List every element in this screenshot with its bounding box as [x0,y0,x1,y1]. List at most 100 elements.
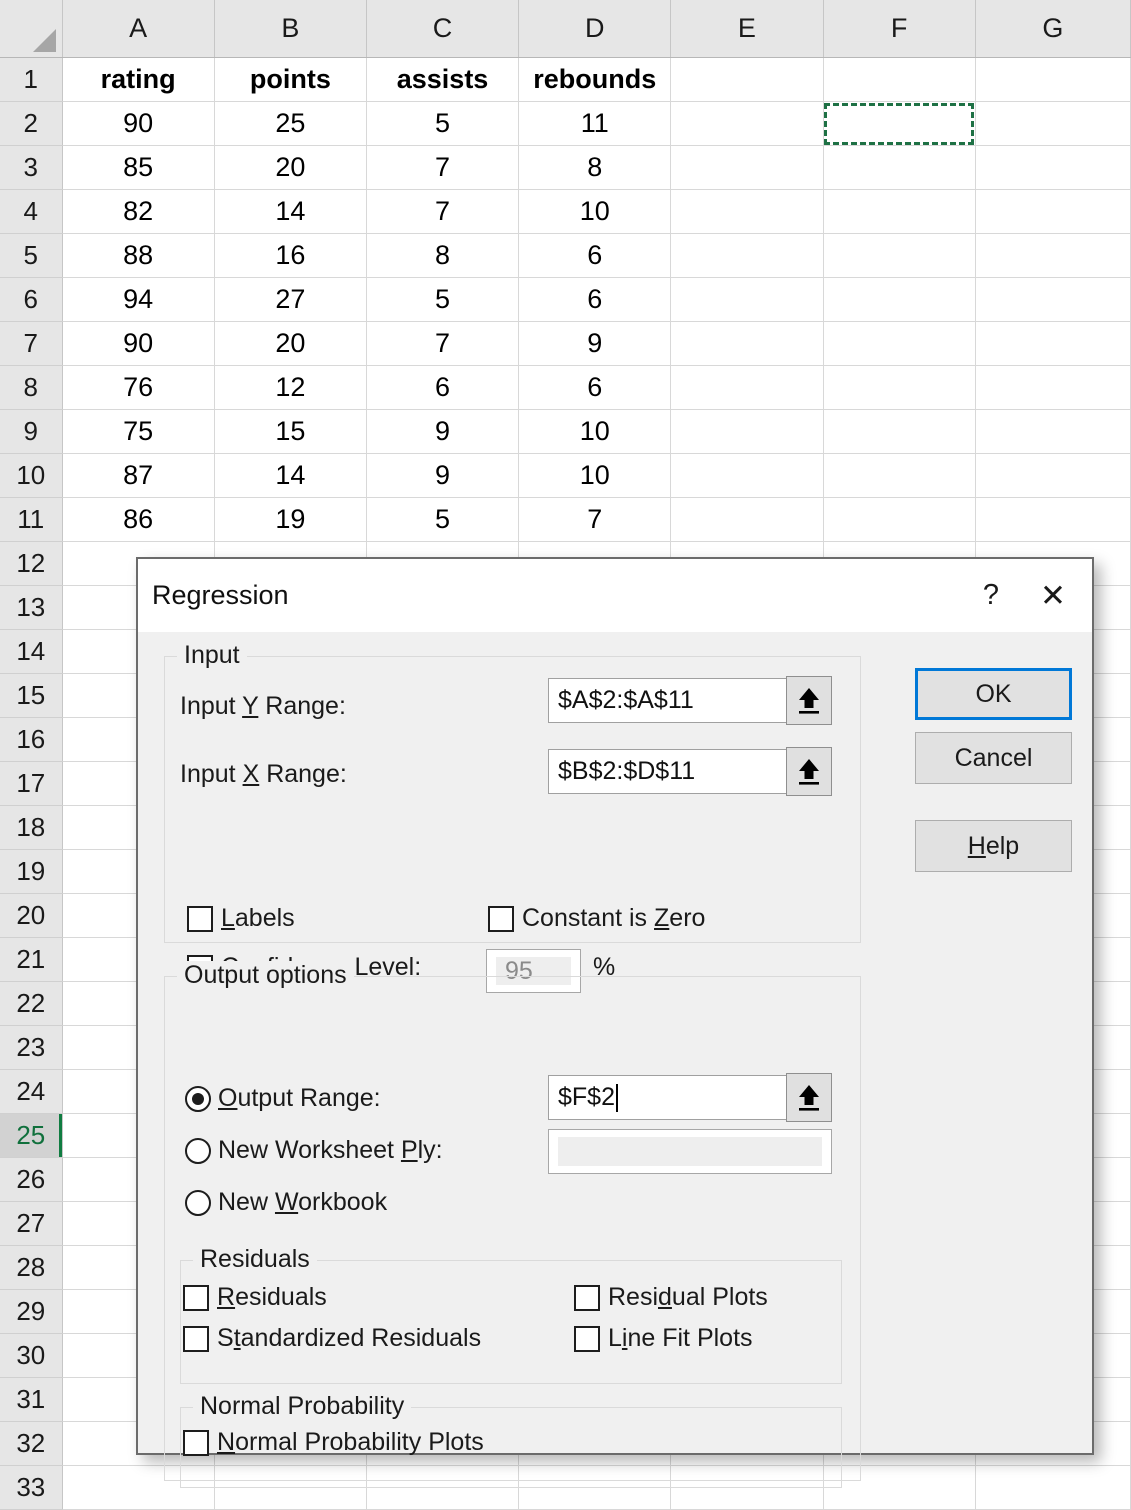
cell-E5[interactable] [671,234,823,278]
output-range-label[interactable]: Output Range: [218,1084,381,1113]
new-worksheet-ply-label[interactable]: New Worksheet Ply: [218,1136,443,1165]
cell-F4[interactable] [823,190,975,234]
output-range-radio[interactable] [185,1086,211,1112]
cell-A11[interactable]: 86 [62,498,214,542]
cell-A8[interactable]: 76 [62,366,214,410]
column-header-b[interactable]: B [214,0,366,58]
cell-F3[interactable] [823,146,975,190]
cancel-button[interactable]: Cancel [915,732,1072,784]
residual-plots-label[interactable]: Residual Plots [608,1283,768,1312]
cell-D7[interactable]: 9 [519,322,671,366]
cell-C6[interactable]: 5 [366,278,518,322]
row-header-6[interactable]: 6 [0,278,62,322]
cell-F2[interactable] [823,102,975,146]
cell-F6[interactable] [823,278,975,322]
help-button[interactable]: Help [915,820,1072,872]
input-x-range-field[interactable]: $B$2:$D$11 [548,749,791,794]
labels-label[interactable]: Labels [221,904,295,933]
cell-F1[interactable] [823,58,975,102]
cell-C2[interactable]: 5 [366,102,518,146]
normal-probability-plots-checkbox[interactable] [183,1430,209,1456]
column-header-a[interactable]: A [62,0,214,58]
cell-E3[interactable] [671,146,823,190]
cell-G1[interactable] [975,58,1130,102]
cell-C4[interactable]: 7 [366,190,518,234]
row-header-5[interactable]: 5 [0,234,62,278]
row-header-21[interactable]: 21 [0,938,62,982]
row-header-13[interactable]: 13 [0,586,62,630]
cell-E11[interactable] [671,498,823,542]
constant-is-zero-checkbox[interactable] [488,906,514,932]
cell-G9[interactable] [975,410,1130,454]
cell-A5[interactable]: 88 [62,234,214,278]
help-question-icon[interactable]: ? [960,568,1022,624]
cell-D3[interactable]: 8 [519,146,671,190]
row-header-4[interactable]: 4 [0,190,62,234]
column-header-g[interactable]: G [975,0,1130,58]
cell-C7[interactable]: 7 [366,322,518,366]
cell-G11[interactable] [975,498,1130,542]
close-icon[interactable]: ✕ [1022,568,1084,624]
cell-A1[interactable]: rating [62,58,214,102]
row-header-29[interactable]: 29 [0,1290,62,1334]
new-workbook-radio[interactable] [185,1190,211,1216]
cell-A6[interactable]: 94 [62,278,214,322]
cell-D9[interactable]: 10 [519,410,671,454]
cell-D5[interactable]: 6 [519,234,671,278]
row-header-14[interactable]: 14 [0,630,62,674]
row-header-23[interactable]: 23 [0,1026,62,1070]
row-header-18[interactable]: 18 [0,806,62,850]
select-all-corner[interactable] [0,0,62,58]
line-fit-plots-checkbox[interactable] [574,1326,600,1352]
residuals-checkbox[interactable] [183,1285,209,1311]
cell-G2[interactable] [975,102,1130,146]
row-header-20[interactable]: 20 [0,894,62,938]
row-header-1[interactable]: 1 [0,58,62,102]
cell-C1[interactable]: assists [366,58,518,102]
cell-D4[interactable]: 10 [519,190,671,234]
column-header-e[interactable]: E [671,0,823,58]
row-header-24[interactable]: 24 [0,1070,62,1114]
cell-D2[interactable]: 11 [519,102,671,146]
cell-B7[interactable]: 20 [214,322,366,366]
new-worksheet-ply-radio[interactable] [185,1138,211,1164]
cell-G33[interactable] [975,1466,1130,1510]
cell-G6[interactable] [975,278,1130,322]
cell-F9[interactable] [823,410,975,454]
normal-probability-plots-label[interactable]: Normal Probability Plots [217,1428,484,1457]
cell-A2[interactable]: 90 [62,102,214,146]
cell-C5[interactable]: 8 [366,234,518,278]
cell-F5[interactable] [823,234,975,278]
row-header-27[interactable]: 27 [0,1202,62,1246]
cell-E9[interactable] [671,410,823,454]
cell-A9[interactable]: 75 [62,410,214,454]
cell-E4[interactable] [671,190,823,234]
cell-B9[interactable]: 15 [214,410,366,454]
new-workbook-label[interactable]: New Workbook [218,1188,387,1217]
row-header-15[interactable]: 15 [0,674,62,718]
cell-A4[interactable]: 82 [62,190,214,234]
row-header-7[interactable]: 7 [0,322,62,366]
cell-E10[interactable] [671,454,823,498]
cell-C8[interactable]: 6 [366,366,518,410]
row-header-33[interactable]: 33 [0,1466,62,1510]
cell-D1[interactable]: rebounds [519,58,671,102]
cell-D6[interactable]: 6 [519,278,671,322]
row-header-28[interactable]: 28 [0,1246,62,1290]
cell-G8[interactable] [975,366,1130,410]
cell-C9[interactable]: 9 [366,410,518,454]
cell-B3[interactable]: 20 [214,146,366,190]
cell-B11[interactable]: 19 [214,498,366,542]
cell-B5[interactable]: 16 [214,234,366,278]
cell-C11[interactable]: 5 [366,498,518,542]
row-header-17[interactable]: 17 [0,762,62,806]
row-header-30[interactable]: 30 [0,1334,62,1378]
cell-B6[interactable]: 27 [214,278,366,322]
standardized-residuals-label[interactable]: Standardized Residuals [217,1324,481,1353]
row-header-31[interactable]: 31 [0,1378,62,1422]
row-header-22[interactable]: 22 [0,982,62,1026]
cell-E1[interactable] [671,58,823,102]
row-header-8[interactable]: 8 [0,366,62,410]
cell-A7[interactable]: 90 [62,322,214,366]
ok-button[interactable]: OK [915,668,1072,720]
